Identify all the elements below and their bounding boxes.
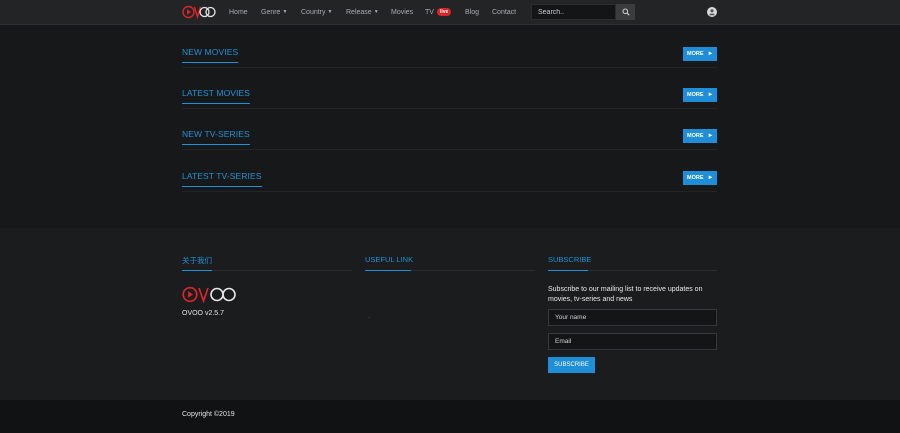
section-new-tv-series: NEW TV-SERIES MORE ► [182, 129, 717, 150]
chevron-down-icon: ▼ [282, 9, 288, 15]
section-latest-tv-series: LATEST TV-SERIES MORE ► [182, 171, 717, 192]
section-latest-movies: LATEST MOVIES MORE ► [182, 88, 717, 109]
user-icon [709, 9, 715, 16]
section-title: LATEST TV-SERIES [182, 171, 262, 187]
bottom-bar: Copyright ©2019 [0, 400, 900, 433]
nav-genre[interactable]: Genre ▼ [261, 9, 301, 16]
subscribe-button[interactable]: SUBSCRIBE [548, 357, 595, 373]
version-text: OVOO v2.5.7 [182, 310, 225, 317]
main-nav: Home Genre ▼ Country ▼ Release ▼ Movies TV l… [229, 0, 522, 24]
arrow-right-icon: ► [707, 92, 714, 98]
divider [548, 270, 717, 271]
more-button[interactable]: MORE ► [683, 47, 717, 61]
name-field[interactable] [548, 309, 717, 326]
footer: 关于我们 USEFUL LINK SUBSCRIBE OVOO v2.5.7 S… [0, 228, 900, 400]
search-input[interactable] [531, 4, 616, 20]
more-button[interactable]: MORE ► [683, 129, 717, 143]
footer-subscribe-title: SUBSCRIBE [548, 255, 592, 264]
footer-useful-link-title: USEFUL LINK [365, 255, 414, 264]
top-navbar: Home Genre ▼ Country ▼ Release ▼ Movies TV l… [0, 0, 900, 25]
more-button[interactable]: MORE ► [683, 88, 717, 102]
arrow-right-icon: ► [707, 133, 714, 139]
nav-blog[interactable]: Blog [465, 9, 492, 16]
search-button[interactable] [616, 4, 635, 20]
section-new-movies: NEW MOVIES MORE ► [182, 47, 717, 68]
nav-movies[interactable]: Movies [391, 9, 425, 16]
nav-tv[interactable]: TV live [425, 8, 465, 16]
copyright-text: Copyright ©2019 [182, 411, 235, 418]
ovoo-logo-icon [182, 5, 216, 19]
chevron-down-icon: ▼ [327, 9, 333, 15]
footer-logo [182, 286, 240, 308]
section-title: LATEST MOVIES [182, 88, 251, 104]
section-title: NEW TV-SERIES [182, 129, 250, 145]
nav-release[interactable]: Release ▼ [346, 9, 391, 16]
chevron-down-icon: ▼ [373, 9, 379, 15]
email-field[interactable] [548, 333, 717, 350]
search-icon [622, 8, 630, 16]
live-badge: live [436, 8, 452, 16]
divider [365, 270, 535, 271]
useful-link-placeholder [368, 317, 370, 318]
user-menu-button[interactable] [707, 7, 717, 17]
divider [182, 270, 352, 271]
footer-about-title: 关于我们 [182, 256, 212, 265]
ovoo-logo-icon [182, 286, 236, 304]
more-button[interactable]: MORE ► [683, 171, 717, 185]
subscribe-description: Subscribe to our mailing list to receive… [548, 286, 703, 303]
nav-contact[interactable]: Contact [492, 9, 522, 16]
site-logo[interactable] [182, 5, 216, 19]
nav-country[interactable]: Country ▼ [301, 9, 346, 16]
arrow-right-icon: ► [707, 175, 714, 181]
arrow-right-icon: ► [707, 51, 714, 57]
nav-home[interactable]: Home [229, 9, 261, 16]
main-content: NEW MOVIES MORE ► LATEST MOVIES MORE ► NEW… [0, 25, 900, 228]
section-title: NEW MOVIES [182, 47, 239, 63]
